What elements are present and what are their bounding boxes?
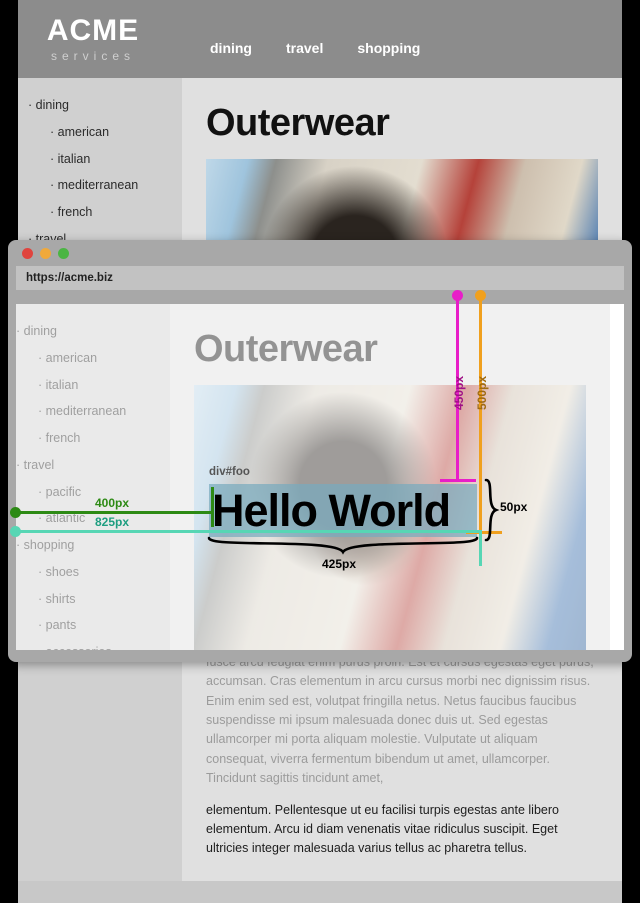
element-selector-label: div#foo (209, 466, 250, 478)
sidebar-item-label: mediterranean (45, 404, 127, 419)
sidebar-item-label: french (57, 205, 93, 219)
sidebar-item-label: french (45, 431, 81, 445)
browser-viewport: dining american italian mediterranean french… (16, 304, 624, 650)
sidebar-item-shoes-clone[interactable]: shoes (16, 559, 170, 586)
sidebar-item-french-clone[interactable]: french (16, 425, 170, 452)
sidebar-item-label: italian (57, 151, 91, 166)
sidebar-item-label: dining (23, 324, 58, 338)
page-title: Outerwear (206, 102, 390, 144)
sidebar-item-mediterranean[interactable]: mediterranean (18, 172, 182, 199)
sidebar-item-american[interactable]: american (18, 119, 182, 146)
url-text: https://acme.biz (26, 272, 113, 284)
site-header: ACME services dining travel shopping (18, 0, 622, 78)
address-bar[interactable]: https://acme.biz (16, 266, 624, 290)
sidebar-item-label: travel (23, 457, 55, 472)
sidebar-item-shopping-clone[interactable]: shopping (16, 532, 170, 559)
nav-link-shopping[interactable]: shopping (357, 40, 420, 56)
sidebar-item-accessories-clone[interactable]: accessories (16, 639, 170, 650)
paragraph-3: elementum. Pellentesque ut eu facilisi t… (206, 802, 559, 856)
sidebar-item-french[interactable]: french (18, 199, 182, 226)
maximize-icon[interactable] (58, 247, 69, 259)
sidebar-item-label: pants (45, 618, 77, 633)
primary-nav: dining travel shopping (210, 40, 420, 56)
sidebar-item-label: shoes (45, 564, 79, 579)
logo-tagline: services (50, 48, 135, 63)
sidebar-item-label: accessories (46, 645, 112, 650)
sidebar-item-label: american (45, 350, 98, 365)
sidebar-item-italian-clone[interactable]: italian (16, 372, 170, 399)
sidebar-item-label: mediterranean (57, 178, 139, 193)
sidebar-item-label: dining (35, 98, 70, 112)
logo-name: ACME (46, 13, 140, 47)
sidebar-item-label: shirts (45, 591, 76, 606)
sidebar-item-pacific-clone[interactable]: pacific (16, 479, 170, 506)
sidebar-item-shirts-clone[interactable]: shirts (16, 586, 170, 613)
sidebar-item-italian[interactable]: italian (18, 146, 182, 173)
sidebar-nav-clone: dining american italian mediterranean french… (16, 304, 170, 650)
sidebar-item-dining-clone[interactable]: dining (16, 318, 170, 345)
browser-titlebar[interactable] (8, 240, 632, 266)
sidebar-item-label: pacific (45, 484, 82, 499)
sidebar-item-label: atlantic (45, 511, 86, 526)
sidebar-item-travel-clone[interactable]: travel (16, 452, 170, 479)
sidebar-item-mediterranean-clone[interactable]: mediterranean (16, 398, 170, 425)
nav-link-dining[interactable]: dining (210, 40, 252, 56)
sidebar-item-atlantic-clone[interactable]: atlantic (16, 505, 170, 532)
element-text-hello-world: Hello World (212, 485, 451, 536)
page-title-clone: Outerwear (194, 328, 378, 370)
minimize-icon[interactable] (40, 247, 51, 259)
sidebar-item-pants-clone[interactable]: pants (16, 612, 170, 639)
sidebar-item-label: italian (45, 377, 79, 392)
browser-window[interactable]: https://acme.biz dining american italian me… (8, 240, 632, 662)
sidebar-item-american-clone[interactable]: american (16, 345, 170, 372)
nav-link-travel[interactable]: travel (286, 40, 323, 56)
close-icon[interactable] (22, 247, 33, 259)
site-footer: ACME services dining travel shopping con… (18, 880, 622, 903)
sidebar-item-label: shopping (23, 538, 75, 552)
sidebar-item-label: american (57, 124, 110, 139)
sidebar-item-dining[interactable]: dining (18, 92, 182, 119)
rendered-page-clone: dining american italian mediterranean french… (16, 304, 610, 650)
site-logo[interactable]: ACME services (18, 13, 168, 63)
